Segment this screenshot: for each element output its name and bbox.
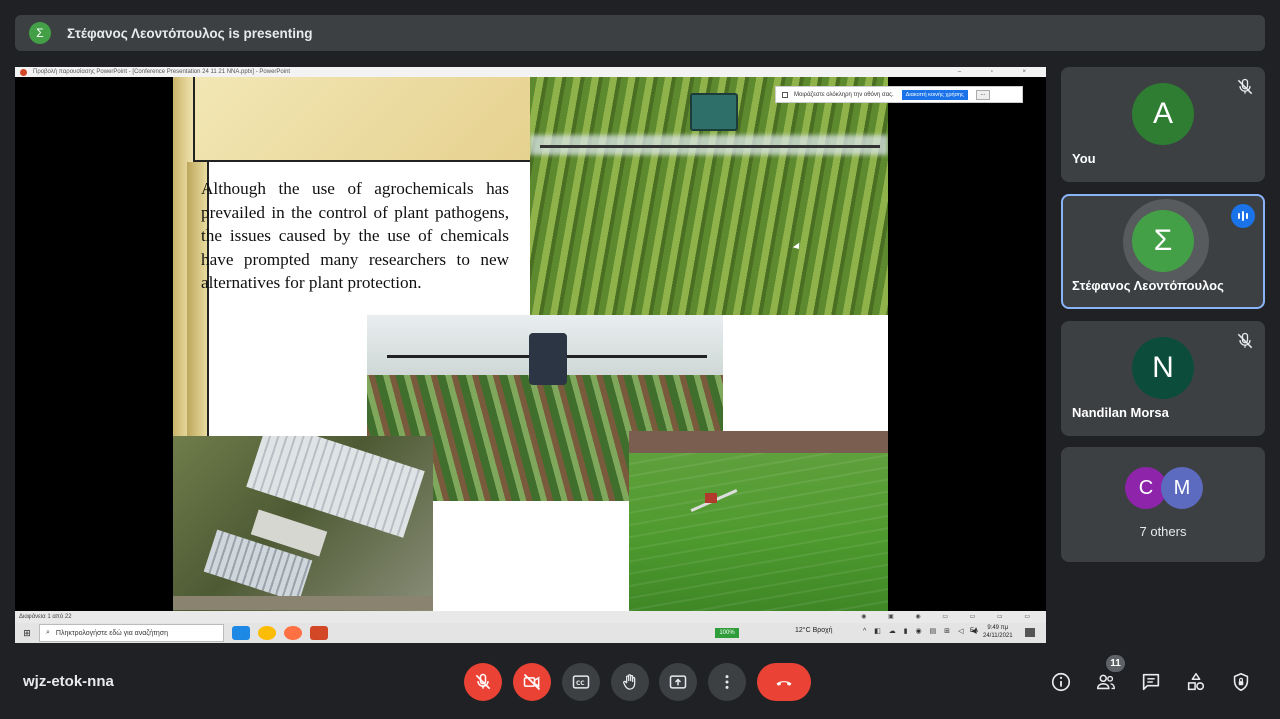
powerpoint-title-bar: Προβολή παρουσίασης PowerPoint - [Confer… [15, 67, 1046, 77]
share-notice-text: Μοιράζεστε ολόκληρη την οθόνη σας. [794, 91, 894, 98]
closed-captions-icon: CC [572, 675, 590, 689]
field-lines [629, 453, 888, 611]
chrome-browser-icon[interactable] [258, 626, 276, 640]
svg-text:CC: CC [576, 681, 585, 687]
present-screen-icon [669, 675, 687, 689]
leave-call-button[interactable] [757, 663, 811, 701]
language-indicator[interactable]: ΕΛ [970, 628, 978, 634]
weather-widget[interactable]: 12°C Βροχή [795, 627, 833, 634]
participant-tile-others[interactable]: C M 7 others [1061, 447, 1265, 562]
notifications-icon[interactable] [1025, 628, 1035, 637]
more-vertical-icon [725, 675, 729, 689]
more-options-button[interactable] [708, 663, 746, 701]
tractor-spraying-field-image [530, 77, 888, 315]
participant-name: Στέφανος Λεοντόπουλος [1072, 278, 1224, 293]
people-button[interactable] [1094, 670, 1118, 694]
participant-name: Nandilan Morsa [1072, 405, 1169, 420]
participant-avatar: N [1132, 337, 1194, 399]
audio-bars-icon [1238, 211, 1248, 221]
shared-screen[interactable]: Προβολή παρουσίασης PowerPoint - [Confer… [15, 67, 1046, 643]
clock-date: 24/11/2021 [983, 633, 1013, 639]
raise-hand-icon [623, 674, 636, 690]
activities-button[interactable] [1184, 670, 1208, 694]
others-avatar-m: M [1161, 467, 1203, 509]
taskbar-search-placeholder: Πληκτρολογήστε εδώ για αναζήτηση [55, 629, 169, 637]
windows-taskbar: ⊞ ⌕ Πληκτρολογήστε εδώ για αναζήτηση 100… [15, 623, 1046, 643]
presentation-slide: Although the use of agrochemicals has pr… [173, 77, 888, 611]
participant-avatar: A [1132, 83, 1194, 145]
camera-off-icon [523, 673, 541, 691]
captions-button[interactable]: CC [562, 663, 600, 701]
toggle-mic-button[interactable] [464, 663, 502, 701]
stop-sharing-button[interactable]: Διακοπή κοινής χρήσης [901, 89, 968, 100]
slide-body-text: Although the use of agrochemicals has pr… [201, 179, 509, 292]
mic-off-icon [475, 673, 491, 690]
edge-browser-icon[interactable] [232, 626, 250, 640]
participant-name: You [1072, 151, 1096, 166]
red-tractor [705, 493, 717, 503]
screen-share-notice: Μοιράζεστε ολόκληρη την οθόνη σας. Διακο… [775, 86, 1023, 103]
windows-start-icon[interactable]: ⊞ [15, 623, 39, 643]
participant-tile-nandilan[interactable]: N Nandilan Morsa [1061, 321, 1265, 436]
search-icon: ⌕ [46, 629, 50, 636]
hang-up-icon [776, 681, 792, 686]
slide-counter: Διαφάνεια 1 από 22 [19, 614, 72, 620]
taskbar-search-input[interactable]: ⌕ Πληκτρολογήστε εδώ για αναζήτηση [39, 624, 224, 642]
powerpoint-icon [20, 69, 27, 76]
tractor-shape [690, 93, 738, 131]
greenhouse-aerial-image [173, 436, 433, 611]
chat-button[interactable] [1139, 670, 1163, 694]
powerpoint-taskbar-icon[interactable] [310, 626, 328, 640]
activities-shapes-icon [1187, 672, 1205, 691]
participant-tile-presenter[interactable]: Σ Στέφανος Λεοντόπουλος [1061, 194, 1265, 309]
mic-off-icon [1237, 332, 1253, 349]
meeting-code: wjz-etok-nna [23, 673, 114, 690]
shield-lock-icon [1233, 672, 1249, 692]
share-more-button[interactable]: ... [975, 89, 990, 100]
people-icon [1096, 674, 1115, 690]
window-controls: – ▫ × [957, 69, 1040, 75]
sprayer-boom [540, 145, 880, 148]
taskbar-clock[interactable]: 9:49 πμ 24/11/2021 [983, 624, 1013, 640]
participant-avatar: Σ [1132, 210, 1194, 272]
road [173, 596, 433, 610]
slide-gold-header [193, 77, 530, 162]
people-count-badge: 11 [1106, 655, 1125, 672]
host-controls-button[interactable] [1229, 670, 1253, 694]
info-icon [1051, 672, 1071, 692]
presenting-banner: Σ Στέφανος Λεοντόπουλος is presenting [15, 15, 1265, 51]
present-now-button[interactable] [659, 663, 697, 701]
battery-indicator: 100% [715, 628, 739, 638]
presenting-text: Στέφανος Λεοντόπουλος is presenting [67, 25, 313, 41]
powerpoint-status-bar: Διαφάνεια 1 από 22 ◉ ▣ ◉ ▭ ▭ ▭ ▭ [15, 611, 1046, 623]
speaking-indicator-icon [1231, 204, 1255, 228]
chat-icon [1142, 673, 1160, 691]
meeting-details-button[interactable] [1049, 670, 1073, 694]
window-title: Προβολή παρουσίασης PowerPoint - [Confer… [33, 69, 291, 75]
mic-off-icon [1237, 78, 1253, 95]
system-tray-icons[interactable]: ^ ◧ ☁ ▮ ◉ ▤ ⊞ ◁ ◀ [863, 627, 980, 635]
view-buttons[interactable]: ◉ ▣ ◉ ▭ ▭ ▭ ▭ [861, 611, 1040, 623]
clock-time: 9:49 πμ [987, 625, 1009, 631]
presenter-avatar: Σ [29, 22, 51, 44]
others-label: 7 others [1139, 524, 1187, 539]
participant-tile-you[interactable]: A You [1061, 67, 1265, 182]
tractor-shape-2 [529, 333, 567, 385]
raise-hand-button[interactable] [611, 663, 649, 701]
firefox-browser-icon[interactable] [284, 626, 302, 640]
toggle-camera-button[interactable] [513, 663, 551, 701]
share-screen-icon [782, 91, 788, 98]
green-field-tractor-image [629, 431, 888, 611]
